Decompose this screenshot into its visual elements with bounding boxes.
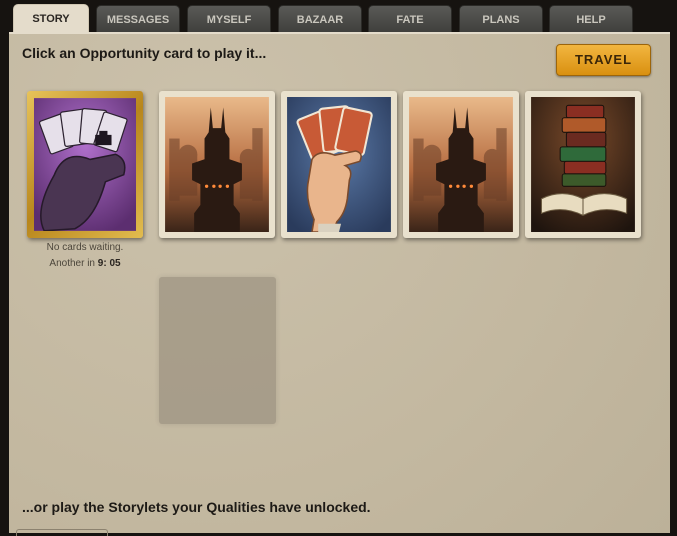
storylet-list-edge <box>16 529 108 536</box>
deck-timer: Another in 9: 05 <box>27 256 143 272</box>
hand-of-cards-icon <box>34 98 136 231</box>
tab-story[interactable]: STORY <box>13 4 89 34</box>
deck-status-text: No cards waiting. <box>46 242 124 253</box>
hand-of-cards-icon <box>287 97 391 232</box>
tab-myself[interactable]: MYSELF <box>187 5 271 33</box>
city-skyline-icon <box>165 97 269 232</box>
story-panel: Click an Opportunity card to play it... … <box>9 32 670 536</box>
book-stack-icon <box>531 97 635 232</box>
deck-status: No cards waiting. Another in 9: 05 <box>27 240 143 272</box>
city-skyline-icon <box>409 97 513 232</box>
tab-plans[interactable]: PLANS <box>459 5 543 33</box>
opportunity-heading: Click an Opportunity card to play it... <box>22 45 267 61</box>
deck-timer-value: 9: 05 <box>97 258 121 269</box>
tab-help[interactable]: HELP <box>549 5 633 33</box>
tab-bar: STORY MESSAGES MYSELF BAZAAR FATE PLANS … <box>0 0 677 34</box>
tab-fate[interactable]: FATE <box>368 5 452 33</box>
storylets-heading: ...or play the Storylets your Qualities … <box>22 499 371 515</box>
travel-button[interactable]: TRAVEL <box>556 44 651 76</box>
opportunity-card-1[interactable] <box>159 91 275 238</box>
opportunity-card-3[interactable] <box>403 91 519 238</box>
tab-bazaar[interactable]: BAZAAR <box>278 5 362 33</box>
empty-card-slot <box>159 277 276 424</box>
deck-timer-prefix: Another in <box>49 258 95 269</box>
opportunity-card-2[interactable] <box>281 91 397 238</box>
opportunity-deck[interactable] <box>27 91 143 238</box>
tab-messages[interactable]: MESSAGES <box>96 5 180 33</box>
opportunity-card-4[interactable] <box>525 91 641 238</box>
